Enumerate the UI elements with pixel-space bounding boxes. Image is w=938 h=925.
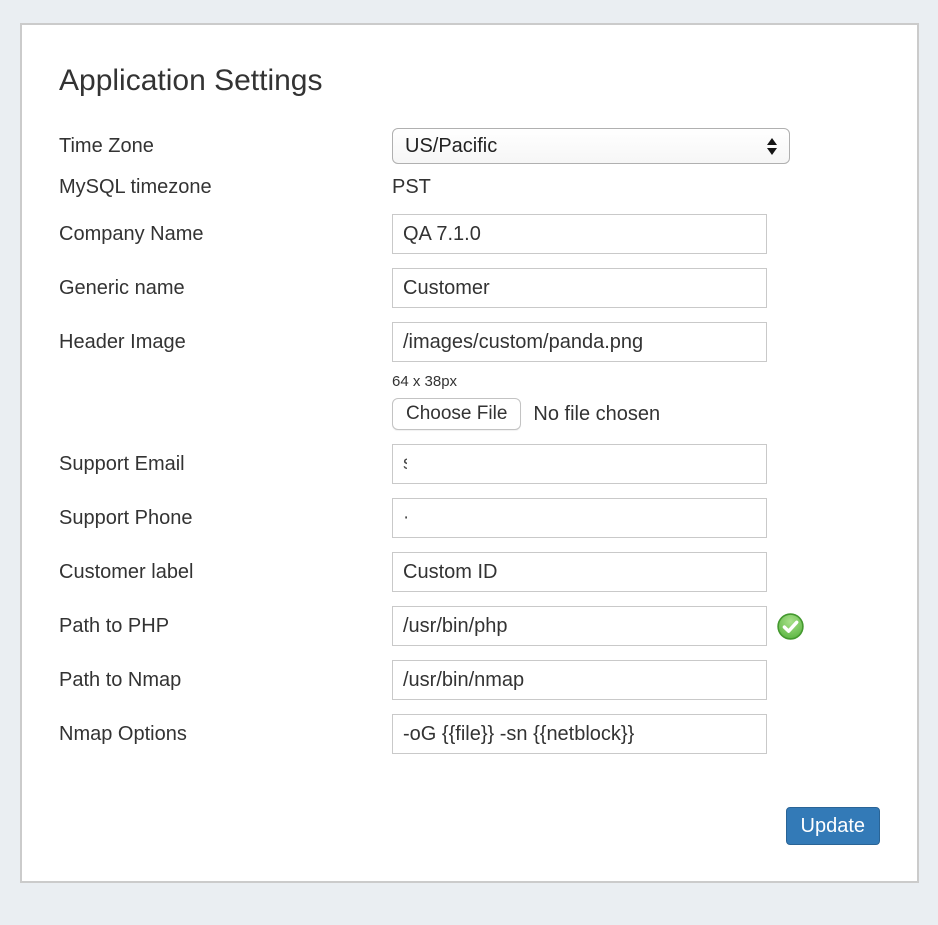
generic-name-label: Generic name: [59, 268, 392, 308]
form-row-support-phone: Support Phone ·: [59, 498, 880, 538]
nmap-options-input[interactable]: [392, 714, 767, 754]
header-image-input[interactable]: [392, 322, 767, 362]
form-row-support-email: Support Email s: [59, 444, 880, 484]
form-row-path-to-php: Path to PHP: [59, 606, 880, 646]
support-phone-input[interactable]: ·: [392, 498, 767, 538]
update-button[interactable]: Update: [786, 807, 881, 845]
generic-name-input[interactable]: [392, 268, 767, 308]
application-settings-panel: Application Settings Time Zone US/Pacifi…: [20, 23, 919, 883]
path-to-nmap-input[interactable]: [392, 660, 767, 700]
time-zone-select[interactable]: US/Pacific: [392, 128, 790, 164]
support-phone-value-fragment: ·: [403, 507, 407, 529]
mysql-timezone-label: MySQL timezone: [59, 174, 392, 200]
mysql-timezone-value: PST: [392, 174, 431, 200]
time-zone-select-value: US/Pacific: [405, 135, 497, 158]
path-to-php-label: Path to PHP: [59, 606, 392, 646]
support-email-input[interactable]: s: [392, 444, 767, 484]
path-to-nmap-label: Path to Nmap: [59, 660, 392, 700]
company-name-input[interactable]: [392, 214, 767, 254]
arrow-down-icon: [767, 148, 777, 155]
company-name-label: Company Name: [59, 214, 392, 254]
form-row-path-to-nmap: Path to Nmap: [59, 660, 880, 700]
header-image-file-upload: Choose File No file chosen: [392, 398, 880, 430]
form-row-nmap-options: Nmap Options: [59, 714, 880, 754]
support-email-label: Support Email: [59, 444, 392, 484]
select-stepper-arrows-icon: [767, 138, 777, 155]
form-row-header-image: Header Image: [59, 322, 880, 362]
time-zone-label: Time Zone: [59, 128, 392, 164]
check-circle-green-icon: [777, 613, 804, 640]
header-image-label: Header Image: [59, 322, 392, 362]
support-phone-label: Support Phone: [59, 498, 392, 538]
support-email-value-fragment: s: [403, 453, 407, 475]
customer-label-label: Customer label: [59, 552, 392, 592]
no-file-chosen-text: No file chosen: [533, 403, 660, 426]
choose-file-button[interactable]: Choose File: [392, 398, 521, 430]
desktop-background: { "page": { "title": "Application Settin…: [0, 23, 938, 925]
arrow-up-icon: [767, 138, 777, 145]
form-row-company-name: Company Name: [59, 214, 880, 254]
form-row-time-zone: Time Zone US/Pacific: [59, 128, 880, 164]
form-row-generic-name: Generic name: [59, 268, 880, 308]
form-actions: Update: [59, 807, 880, 845]
path-to-php-input[interactable]: [392, 606, 767, 646]
customer-label-input[interactable]: [392, 552, 767, 592]
header-image-size-hint: 64 x 38px: [392, 373, 880, 390]
page-title: Application Settings: [59, 64, 880, 98]
form-row-customer-label: Customer label: [59, 552, 880, 592]
form-row-mysql-timezone: MySQL timezone PST: [59, 174, 880, 200]
nmap-options-label: Nmap Options: [59, 714, 392, 754]
